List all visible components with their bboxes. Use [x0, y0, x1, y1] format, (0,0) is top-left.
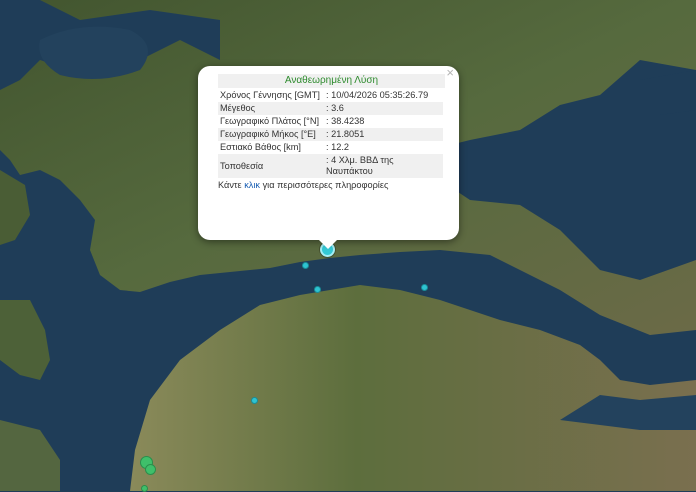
location-value: : 4 Χλμ. ΒΒΔ της Ναυπάκτου — [324, 154, 443, 178]
depth-label: Εστιακό Βάθος [km] — [220, 142, 301, 152]
location-label: Τοποθεσία — [218, 154, 324, 178]
earthquake-marker[interactable] — [421, 284, 428, 291]
more-info-suffix: για περισσότερες πληροφορίες — [260, 180, 389, 190]
table-row: Γεωγραφικό Μήκος [°E] : 21.8051 — [218, 128, 443, 141]
table-row: Μέγεθος : 3.6 — [218, 102, 443, 115]
earthquake-marker[interactable] — [145, 464, 156, 475]
popup-title: Αναθεωρημένη Λύση — [218, 74, 445, 88]
more-info-prefix: Κάντε — [218, 180, 245, 190]
close-icon[interactable]: × — [446, 66, 454, 80]
longitude-value: : 21.8051 — [324, 128, 443, 141]
table-row: Εστιακό Βάθος [km] : 12.2 — [218, 141, 443, 154]
popup-pointer — [319, 240, 337, 249]
gulf-north — [39, 26, 148, 80]
longitude-label: Γεωγραφικό Μήκος [°E] — [218, 128, 324, 141]
table-row: Γεωγραφικό Πλάτος [°N] : 38.4238 — [218, 115, 443, 128]
more-info-text: Κάντε κλικ για περισσότερες πληροφορίες — [218, 180, 445, 190]
earthquake-marker[interactable] — [314, 286, 321, 293]
info-table: Χρόνος Γέννησης [GMT] : 10/04/2026 05:35… — [218, 89, 443, 178]
more-info-link[interactable]: κλικ — [244, 180, 260, 190]
magnitude-label: Μέγεθος — [218, 102, 324, 115]
table-row: Χρόνος Γέννησης [GMT] : 10/04/2026 05:35… — [218, 89, 443, 102]
latitude-value: : 38.4238 — [326, 116, 365, 126]
origin-time-label: Χρόνος Γέννησης [GMT] — [220, 90, 320, 100]
earthquake-info-popup: × Αναθεωρημένη Λύση Χρόνος Γέννησης [GMT… — [198, 66, 459, 249]
depth-value: : 12.2 — [326, 142, 349, 152]
magnitude-value: : 3.6 — [324, 102, 443, 115]
earthquake-marker[interactable] — [302, 262, 309, 269]
table-row: Τοποθεσία : 4 Χλμ. ΒΒΔ της Ναυπάκτου — [218, 154, 443, 178]
origin-time-value: : 10/04/2026 05:35:26.79 — [326, 90, 429, 100]
earthquake-marker[interactable] — [251, 397, 258, 404]
latitude-label: Γεωγραφικό Πλάτος [°N] — [220, 116, 320, 126]
